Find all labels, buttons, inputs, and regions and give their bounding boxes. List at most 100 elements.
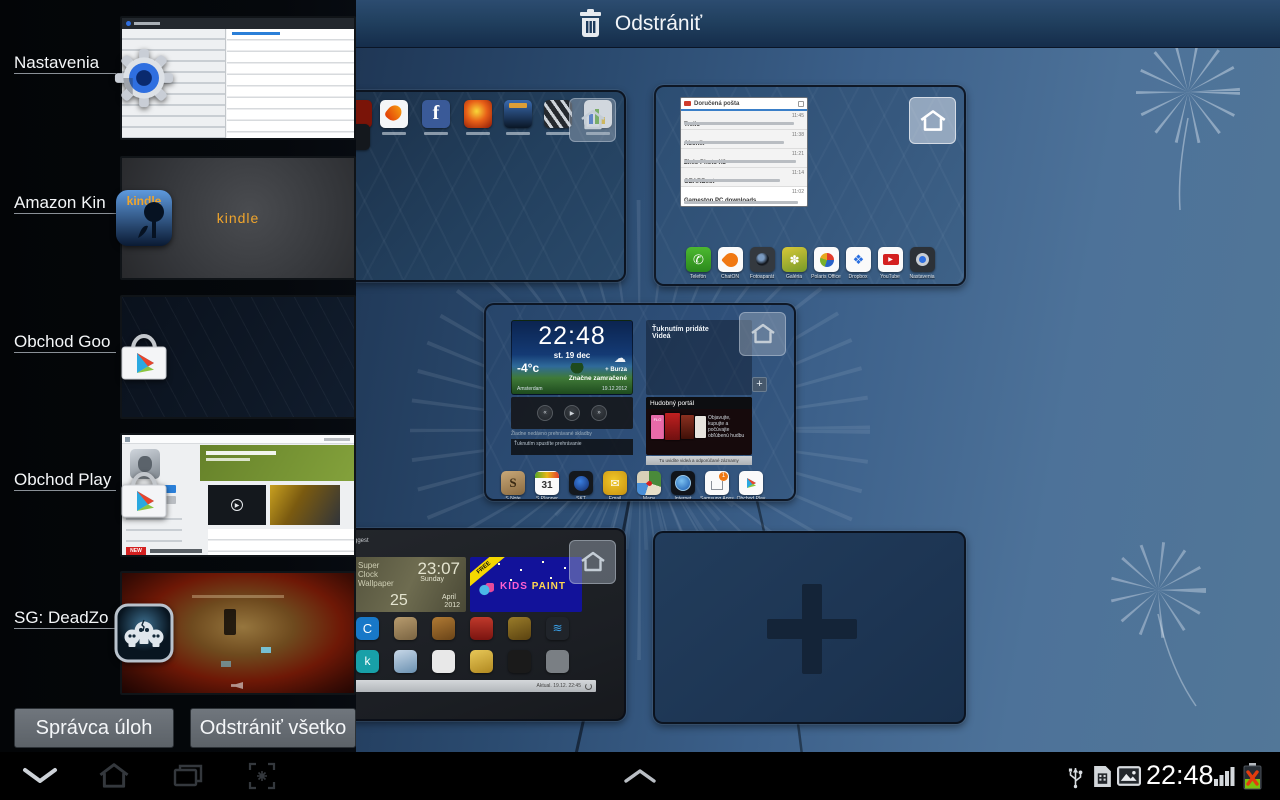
sd-card-icon xyxy=(1088,752,1116,800)
remove-label: Odstrániť xyxy=(615,12,702,36)
play-store-bag-icon[interactable] xyxy=(114,327,174,387)
hub-footer-bar: Tu uvidíte videá a odporúčané záznamy xyxy=(646,456,752,465)
recent-apps-icon[interactable] xyxy=(164,752,212,800)
task-label-kindle: Amazon Kin xyxy=(14,192,116,214)
email-row: Zinio Photo X3 11:21 xyxy=(681,149,807,168)
add-home-panel-button[interactable] xyxy=(653,531,966,724)
email-widget: Doručená pošta Trello 11:45 Abonik 11:38… xyxy=(680,97,808,207)
music-player-widget: « ▶ » xyxy=(511,397,633,429)
widget-time: 22:48 xyxy=(512,322,632,351)
task-label-playstore: Obchod Goo xyxy=(14,331,116,353)
dandelion-seed-icon xyxy=(1134,566,1196,706)
camera-icon xyxy=(750,247,775,272)
expand-tray-icon[interactable] xyxy=(616,752,664,800)
music-hub-widget: Hudobný portál FLO Objavujte, kupujte a … xyxy=(646,397,752,455)
widget-location: Amsterdam xyxy=(517,386,543,392)
settings-gear-icon[interactable] xyxy=(114,48,174,108)
home-panel-4[interactable]: ggest Super Clock Wallpaper 23:07 Sunday… xyxy=(340,528,626,721)
task-label-deadzone: SG: DeadZo xyxy=(14,607,116,629)
home-panel-2-main[interactable]: Doručená pošta Trello 11:45 Abonik 11:38… xyxy=(654,85,966,286)
album-cover: FLO xyxy=(651,415,664,439)
trash-icon xyxy=(578,9,603,38)
app-icon xyxy=(470,650,493,673)
video-hub-widget: Ťuknutím pridáte Videá xyxy=(646,320,752,395)
home-badge-icon[interactable] xyxy=(569,540,616,584)
deadzone-skulls-icon[interactable] xyxy=(114,603,174,663)
badge-count: 1 xyxy=(719,472,728,481)
home-icon[interactable] xyxy=(90,752,138,800)
app-label: Nastavenia xyxy=(902,274,942,280)
app-icon xyxy=(394,650,417,673)
home-badge-icon[interactable] xyxy=(739,312,786,356)
email-title: Doručená pošta xyxy=(694,101,739,107)
app-icon xyxy=(470,617,493,640)
internet-globe-icon xyxy=(671,471,695,495)
email-app-icon: ✉ xyxy=(603,471,627,495)
dropbox-icon: ❖ xyxy=(846,247,871,272)
music-hub-caption: Objavujte, kupujte a počúvajte obľúbenú … xyxy=(708,415,748,439)
email-time: 11:21 xyxy=(792,151,804,157)
clipped-header-text: ggest xyxy=(354,538,369,544)
home-badge-icon-selected[interactable] xyxy=(909,97,956,144)
app-label: Obchod Play xyxy=(731,496,771,501)
kids-paint-title: KIDS xyxy=(500,581,528,592)
app-icon: C xyxy=(356,617,379,640)
usb-icon xyxy=(1062,752,1088,800)
recent-apps-panel: Nastavenia kindle kindle Amazon Kin xyxy=(0,0,356,752)
app-icon xyxy=(546,650,569,673)
home-panel-1[interactable]: f xyxy=(340,90,626,282)
email-time: 11:38 xyxy=(792,132,804,138)
chaton-icon xyxy=(718,247,743,272)
calendar-icon: 31 xyxy=(535,471,559,495)
email-row: Trello 11:45 xyxy=(681,111,807,130)
signal-strength-icon xyxy=(1212,752,1238,800)
music-hint-text: Ťuknutím spustíte prehrávanie xyxy=(511,439,633,455)
email-time: 11:45 xyxy=(792,113,804,119)
app-icon xyxy=(394,617,417,640)
remove-all-label: Odstrániť všetko xyxy=(200,717,346,740)
widget-condition: Značne zamračené xyxy=(569,375,627,382)
calendar-day: 31 xyxy=(541,478,552,494)
previous-track-icon: « xyxy=(537,405,553,421)
email-row: GEARBest 11:14 xyxy=(681,168,807,187)
task-manager-button[interactable]: Správca úloh xyxy=(14,708,174,748)
app-icon xyxy=(432,617,455,640)
kindle-logo-text: kindle xyxy=(217,210,260,226)
youtube-icon: ▶ xyxy=(878,247,903,272)
app-icon: k xyxy=(356,650,379,673)
footer-updated-text: Aktual. 19.12. 22:45 xyxy=(537,683,581,689)
task-label-settings: Nastavenia xyxy=(14,52,116,74)
superclock-day: Sunday xyxy=(420,576,444,583)
play-icon: ▶ xyxy=(564,405,580,421)
home-panel-3[interactable]: 22:48 st. 19 dec ☁ -4°c + Burza Značne z… xyxy=(484,303,796,501)
angry-birds-icon xyxy=(464,100,492,128)
screenshot-icon[interactable] xyxy=(238,752,286,800)
flame-icon xyxy=(380,100,408,128)
add-widget-button[interactable]: + xyxy=(752,377,767,392)
email-row: Abonik 11:38 xyxy=(681,130,807,149)
tree-icon xyxy=(570,363,584,375)
album-cover xyxy=(681,415,694,439)
album-cover xyxy=(695,416,706,438)
paint-splash-icon xyxy=(478,583,494,597)
settings-gear-icon xyxy=(910,247,935,272)
widget-temp: -4°c xyxy=(517,361,539,375)
polaris-office-icon xyxy=(814,247,839,272)
superclock-date: 25 xyxy=(390,592,408,610)
battery-error-icon xyxy=(1238,752,1266,800)
play-store-bag-icon[interactable] xyxy=(114,465,174,525)
app-icon xyxy=(432,650,455,673)
kids-paint-widget: FREE KIDS PAINT xyxy=(470,557,582,612)
back-icon[interactable] xyxy=(16,752,64,800)
widget-updated: 19.12.2012 xyxy=(602,386,627,392)
app-icon xyxy=(508,650,531,673)
home-badge-icon[interactable] xyxy=(569,98,616,142)
music-hub-title: Hudobný portál xyxy=(646,397,752,409)
task-label-playstore-page: Obchod Play xyxy=(14,469,116,491)
screen: Odstrániť f xyxy=(0,0,1280,800)
cloud-icon: ☁ xyxy=(614,351,626,365)
remove-all-button[interactable]: Odstrániť všetko xyxy=(190,708,356,748)
status-clock[interactable]: 22:48 xyxy=(1146,760,1214,791)
s-note-icon: S xyxy=(501,471,525,495)
kindle-app-icon[interactable]: kindle xyxy=(114,188,174,248)
